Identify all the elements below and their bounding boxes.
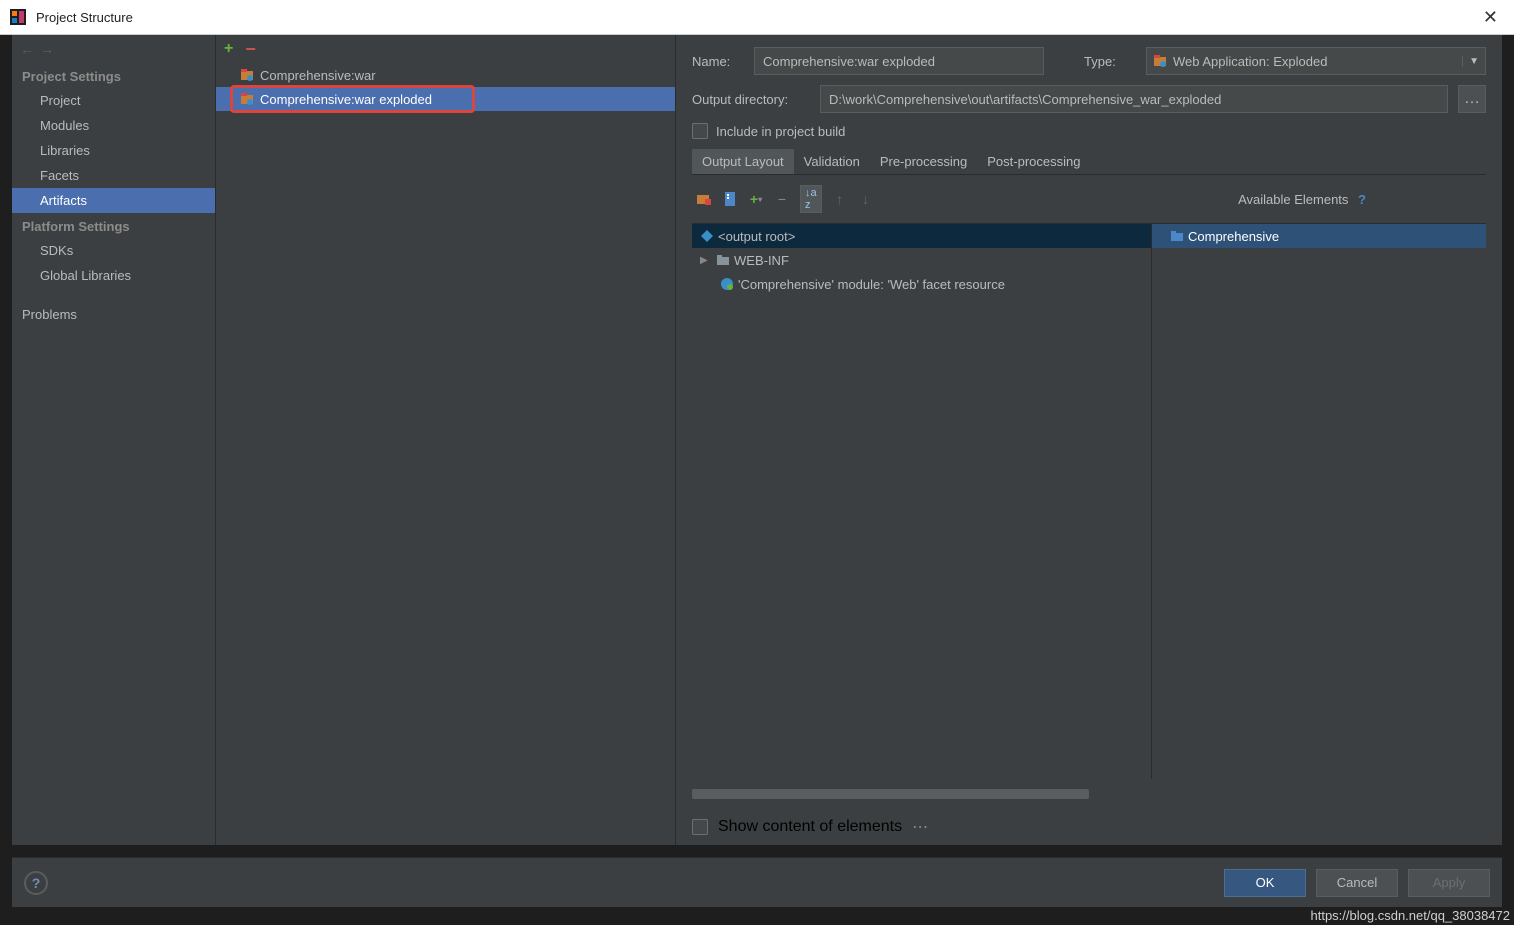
tree-webinf[interactable]: ▶ WEB-INF [692, 248, 1151, 272]
show-content-row[interactable]: Show content of elements ⋯ [692, 809, 1486, 845]
sidebar-item-project[interactable]: Project [12, 88, 215, 113]
tab-preprocessing[interactable]: Pre-processing [870, 149, 977, 174]
remove-item-icon[interactable]: − [774, 191, 790, 207]
list-toolbar: + − [216, 35, 675, 63]
available-elements-label: Available Elements ? [1238, 192, 1366, 207]
move-down-icon[interactable]: ↓ [858, 191, 874, 207]
close-icon[interactable]: ✕ [1475, 7, 1506, 28]
remove-icon[interactable]: − [245, 39, 256, 60]
artifact-list-panel: + − Comprehensive:war Comprehensive:war … [215, 35, 675, 845]
tree-label: 'Comprehensive' module: 'Web' facet reso… [738, 277, 1005, 292]
artifact-icon [240, 68, 254, 82]
tabs: Output Layout Validation Pre-processing … [692, 149, 1486, 175]
tab-output-layout[interactable]: Output Layout [692, 149, 794, 174]
output-input[interactable] [820, 85, 1448, 113]
browse-button[interactable]: … [1458, 85, 1486, 113]
sidebar-item-problems[interactable]: Problems [12, 302, 215, 327]
add-copy-icon[interactable]: +▾ [748, 191, 764, 207]
help-icon[interactable]: ? [1358, 192, 1366, 207]
artifact-row-war[interactable]: Comprehensive:war [216, 63, 675, 87]
watermark: https://blog.csdn.net/qq_38038472 [1311, 908, 1511, 923]
root-icon [700, 229, 714, 243]
new-folder-icon[interactable] [696, 191, 712, 207]
name-row: Name: Type: Web Application: Exploded ▼ [692, 47, 1486, 75]
type-label: Type: [1084, 54, 1136, 69]
help-button[interactable]: ? [24, 871, 48, 895]
tab-validation[interactable]: Validation [794, 149, 870, 174]
ok-button[interactable]: OK [1224, 869, 1306, 897]
nav-arrows: ← → [12, 35, 215, 63]
app-icon [8, 7, 28, 27]
back-icon[interactable]: ← [20, 41, 34, 57]
name-input[interactable] [754, 47, 1044, 75]
tree-root[interactable]: <output root> [692, 224, 1151, 248]
ellipsis-icon[interactable]: ⋯ [912, 817, 928, 837]
horizontal-scrollbar[interactable] [692, 789, 1486, 799]
sidebar-item-facets[interactable]: Facets [12, 163, 215, 188]
sidebar-item-global-libraries[interactable]: Global Libraries [12, 263, 215, 288]
layout-body: <output root> ▶ WEB-INF 'Comprehensive' … [692, 223, 1486, 779]
avail-label: Comprehensive [1188, 229, 1279, 244]
tree-label: WEB-INF [734, 253, 789, 268]
artifact-row-war-exploded[interactable]: Comprehensive:war exploded [216, 87, 675, 111]
web-icon [720, 277, 734, 291]
apply-button[interactable]: Apply [1408, 869, 1490, 897]
new-archive-icon[interactable] [722, 191, 738, 207]
platform-settings-heading: Platform Settings [12, 213, 215, 238]
detail-panel: Name: Type: Web Application: Exploded ▼ … [675, 35, 1502, 845]
window-title: Project Structure [36, 10, 1475, 25]
sidebar: ← → Project Settings Project Modules Lib… [12, 35, 215, 845]
dialog-body: ← → Project Settings Project Modules Lib… [12, 35, 1502, 845]
tree-label: <output root> [718, 229, 795, 244]
include-checkbox[interactable] [692, 123, 708, 139]
artifact-label: Comprehensive:war exploded [260, 92, 432, 107]
project-settings-heading: Project Settings [12, 63, 215, 88]
chevron-down-icon: ▼ [1462, 56, 1479, 67]
sort-button[interactable]: ↓az [800, 185, 822, 213]
folder-icon [716, 253, 730, 267]
forward-icon[interactable]: → [40, 41, 54, 57]
include-label: Include in project build [716, 124, 845, 139]
show-content-label: Show content of elements [718, 818, 902, 836]
type-value: Web Application: Exploded [1173, 54, 1456, 69]
tab-postprocessing[interactable]: Post-processing [977, 149, 1090, 174]
cancel-button[interactable]: Cancel [1316, 869, 1398, 897]
add-icon[interactable]: + [224, 40, 233, 58]
type-select[interactable]: Web Application: Exploded ▼ [1146, 47, 1486, 75]
layout-toolbar: +▾ − ↓az ↑ ↓ Available Elements ? [692, 185, 1486, 213]
footer: ? OK Cancel Apply [12, 857, 1502, 907]
sidebar-item-sdks[interactable]: SDKs [12, 238, 215, 263]
sidebar-item-modules[interactable]: Modules [12, 113, 215, 138]
module-icon [1170, 229, 1184, 243]
avail-item[interactable]: Comprehensive [1152, 224, 1486, 248]
archive-icon [1153, 54, 1167, 68]
tree-facet[interactable]: 'Comprehensive' module: 'Web' facet reso… [692, 272, 1151, 296]
expand-icon[interactable]: ▶ [700, 255, 712, 266]
artifact-icon [240, 92, 254, 106]
name-label: Name: [692, 54, 744, 69]
move-up-icon[interactable]: ↑ [832, 191, 848, 207]
output-row: Output directory: … [692, 85, 1486, 113]
titlebar: Project Structure ✕ [0, 0, 1514, 35]
sidebar-item-artifacts[interactable]: Artifacts [12, 188, 215, 213]
available-panel: Comprehensive [1151, 224, 1486, 779]
output-label: Output directory: [692, 92, 810, 107]
show-content-checkbox[interactable] [692, 819, 708, 835]
scrollbar-thumb[interactable] [692, 789, 1089, 799]
artifact-label: Comprehensive:war [260, 68, 376, 83]
output-tree[interactable]: <output root> ▶ WEB-INF 'Comprehensive' … [692, 224, 1151, 779]
sidebar-item-libraries[interactable]: Libraries [12, 138, 215, 163]
include-row[interactable]: Include in project build [692, 123, 1486, 139]
